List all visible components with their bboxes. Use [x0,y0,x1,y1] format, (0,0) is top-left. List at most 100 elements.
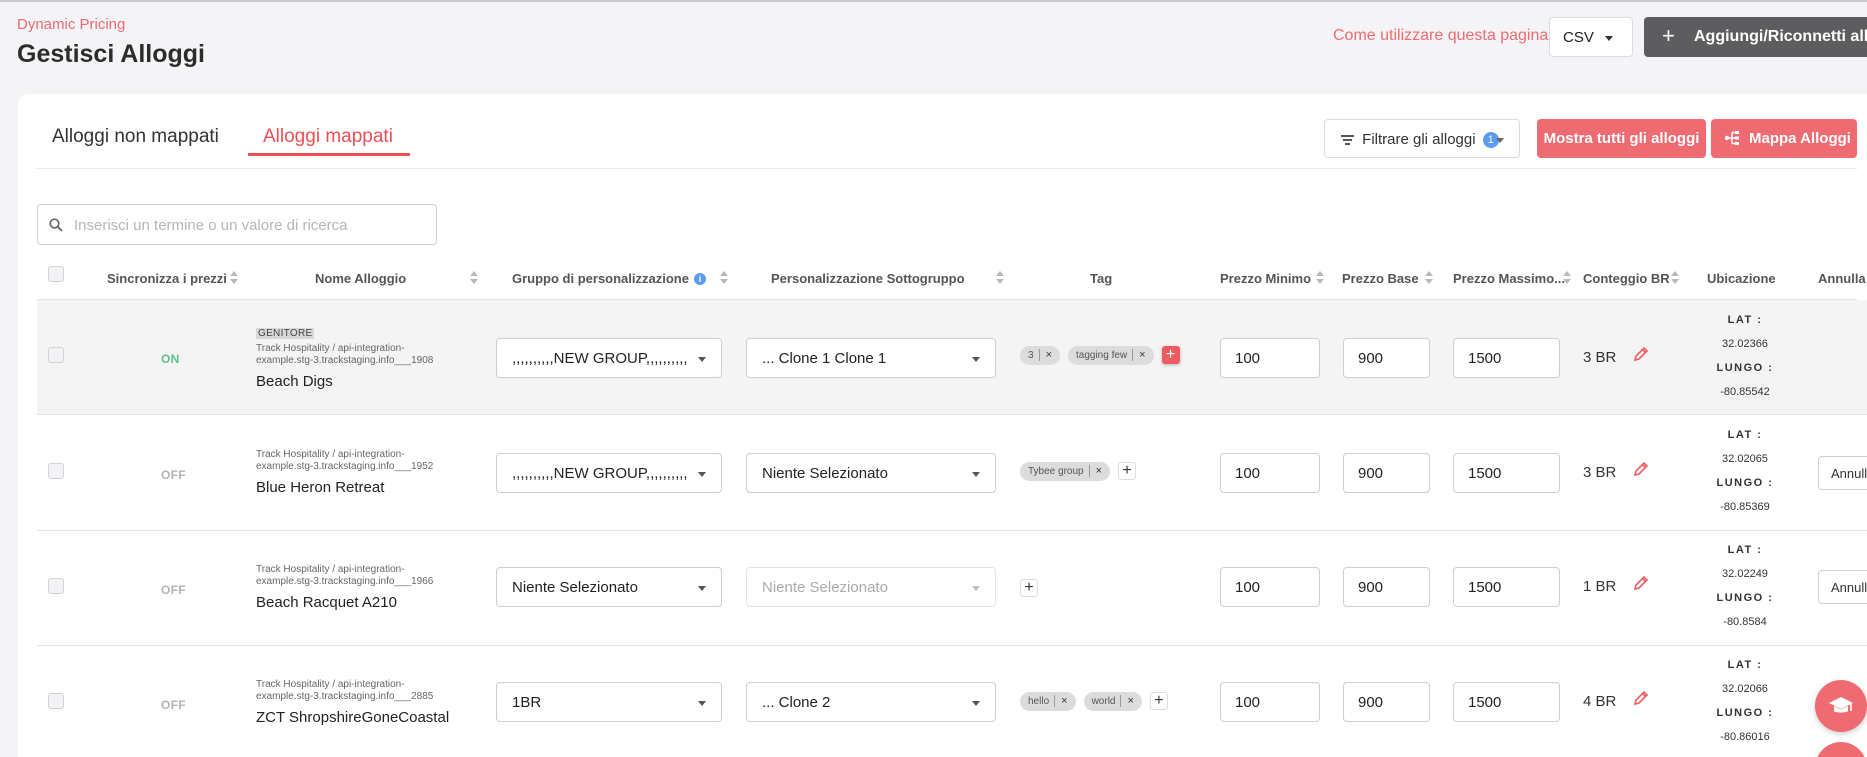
filter-label: Filtrare gli alloggi [1362,131,1476,148]
group-select-value: Niente Selezionato [512,579,638,596]
tag-chip-label: Tybee group [1028,465,1084,477]
add-tag-button[interactable]: + [1161,346,1180,364]
remove-tag-icon[interactable]: × [1088,465,1102,477]
min-price-input[interactable]: 100 [1220,453,1320,493]
subgroup-select[interactable]: ... Clone 1 Clone 1 [746,338,996,378]
property-name: ZCT ShropshireGoneCoastal [256,709,450,726]
show-all-button[interactable]: Mostra tutti gli alloggi [1537,119,1706,158]
sync-status-toggle[interactable]: ON [161,352,180,366]
export-format-label: CSV [1563,29,1594,46]
row-checkbox[interactable] [48,463,64,479]
cancel-button[interactable]: Annulla [1818,570,1867,604]
sync-status-toggle[interactable]: OFF [161,583,186,597]
sort-icon[interactable] [1316,271,1324,285]
sort-icon[interactable] [1671,271,1679,285]
sort-icon[interactable] [470,271,478,285]
col-header-name[interactable]: Nome Alloggio [315,271,406,286]
brand-label: Dynamic Pricing [17,16,126,33]
tag-chip-label: tagging few [1076,349,1128,361]
min-price-input[interactable]: 100 [1220,567,1320,607]
col-header-base-price[interactable]: Prezzo Base [1342,271,1419,286]
export-format-dropdown[interactable]: CSV [1549,17,1633,57]
base-price-input[interactable]: 900 [1343,567,1430,607]
caret-down-icon [698,357,706,362]
group-select[interactable]: 1BR [496,682,722,722]
cancel-button[interactable]: Annulla [1818,456,1867,490]
lng-value: -80.86016 [1720,731,1770,743]
row-checkbox[interactable] [48,693,64,709]
pencil-icon[interactable] [1633,346,1649,362]
map-icon [1724,131,1739,145]
max-price-input[interactable]: 1500 [1453,567,1560,607]
col-header-sync[interactable]: Sincronizza i prezzi [107,271,227,286]
pencil-icon[interactable] [1633,461,1649,477]
col-header-br-count[interactable]: Conteggio BR [1583,271,1670,286]
sort-icon[interactable] [996,271,1004,285]
search-input[interactable] [74,213,424,237]
tab-mapped[interactable]: Alloggi mappati [263,126,393,148]
group-select[interactable]: Niente Selezionato [496,567,722,607]
remove-tag-icon[interactable]: × [1038,349,1052,361]
tab-unmapped[interactable]: Alloggi non mappati [52,126,219,148]
caret-down-icon [698,586,706,591]
add-tag-button[interactable]: + [1020,579,1038,597]
col-header-min-price[interactable]: Prezzo Minimo [1220,271,1311,286]
remove-tag-icon[interactable]: × [1054,695,1068,707]
tag-list: Tybee group × + [1020,461,1137,481]
sort-icon[interactable] [720,271,728,285]
max-price-input[interactable]: 1500 [1453,338,1560,378]
group-select[interactable]: ,,,,,,,,,,NEW GROUP,,,,,,,,,, [496,453,722,493]
sort-icon[interactable] [1425,271,1433,285]
subgroup-select[interactable]: Niente Selezionato [746,453,996,493]
max-price-input[interactable]: 1500 [1453,682,1560,722]
pencil-icon[interactable] [1633,690,1649,706]
lng-value: -80.8584 [1723,616,1767,628]
pencil-icon[interactable] [1633,575,1649,591]
map-properties-label: Mappa Alloggi [1749,130,1851,147]
sync-status-toggle[interactable]: OFF [161,698,186,712]
lat-label: LAT : [1727,314,1763,326]
base-price-input[interactable]: 900 [1343,682,1430,722]
info-icon[interactable]: i [693,273,706,285]
col-header-cancel: Annulla [1818,271,1866,286]
subgroup-select: Niente Selezionato [746,567,996,607]
property-path: Track Hospitality / api-integration-exam… [256,343,434,366]
filter-button[interactable]: Filtrare gli alloggi 1 [1324,119,1520,158]
table-row: OFF Track Hospitality / api-integration-… [37,646,1867,757]
caret-down-icon [972,472,980,477]
map-properties-button[interactable]: Mappa Alloggi [1711,119,1857,158]
tag-chip-label: world [1091,695,1116,707]
search-icon [49,218,63,232]
min-price-input[interactable]: 100 [1220,682,1320,722]
sort-icon[interactable] [1563,271,1571,285]
lat-label: LAT : [1727,429,1763,441]
active-tab-indicator [248,153,410,156]
max-price-input[interactable]: 1500 [1453,453,1560,493]
base-price-input[interactable]: 900 [1343,338,1430,378]
subgroup-select[interactable]: ... Clone 2 [746,682,996,722]
row-checkbox[interactable] [48,578,64,594]
subgroup-select-value: Niente Selezionato [762,579,888,596]
tag-chip: hello × [1020,691,1076,711]
table-row: OFF Track Hospitality / api-integration-… [37,416,1867,531]
caret-down-icon [698,701,706,706]
remove-tag-icon[interactable]: × [1132,349,1146,361]
row-checkbox[interactable] [48,347,64,363]
col-header-group[interactable]: Gruppo di personalizzazione i [512,271,706,286]
group-select[interactable]: ,,,,,,,,,,NEW GROUP,,,,,,,,,, [496,338,722,378]
select-all-checkbox[interactable] [48,266,64,282]
remove-tag-icon[interactable]: × [1120,695,1134,707]
min-price-input[interactable]: 100 [1220,338,1320,378]
col-header-subgroup[interactable]: Personalizzazione Sottogruppo [771,271,965,286]
col-header-max-price[interactable]: Prezzo Massimo... [1453,271,1565,286]
add-reconnect-button[interactable]: + Aggiungi/Riconnetti alloggi [1644,17,1867,57]
add-tag-button[interactable]: + [1118,462,1137,480]
filter-icon [1341,133,1354,147]
sync-status-toggle[interactable]: OFF [161,468,186,482]
sort-icon[interactable] [230,271,238,285]
help-link[interactable]: Come utilizzare questa pagina? [1333,27,1557,45]
add-tag-button[interactable]: + [1149,692,1168,710]
tag-chip: tagging few × [1068,345,1154,365]
base-price-input[interactable]: 900 [1343,453,1430,493]
tutorial-fab[interactable] [1815,680,1867,732]
